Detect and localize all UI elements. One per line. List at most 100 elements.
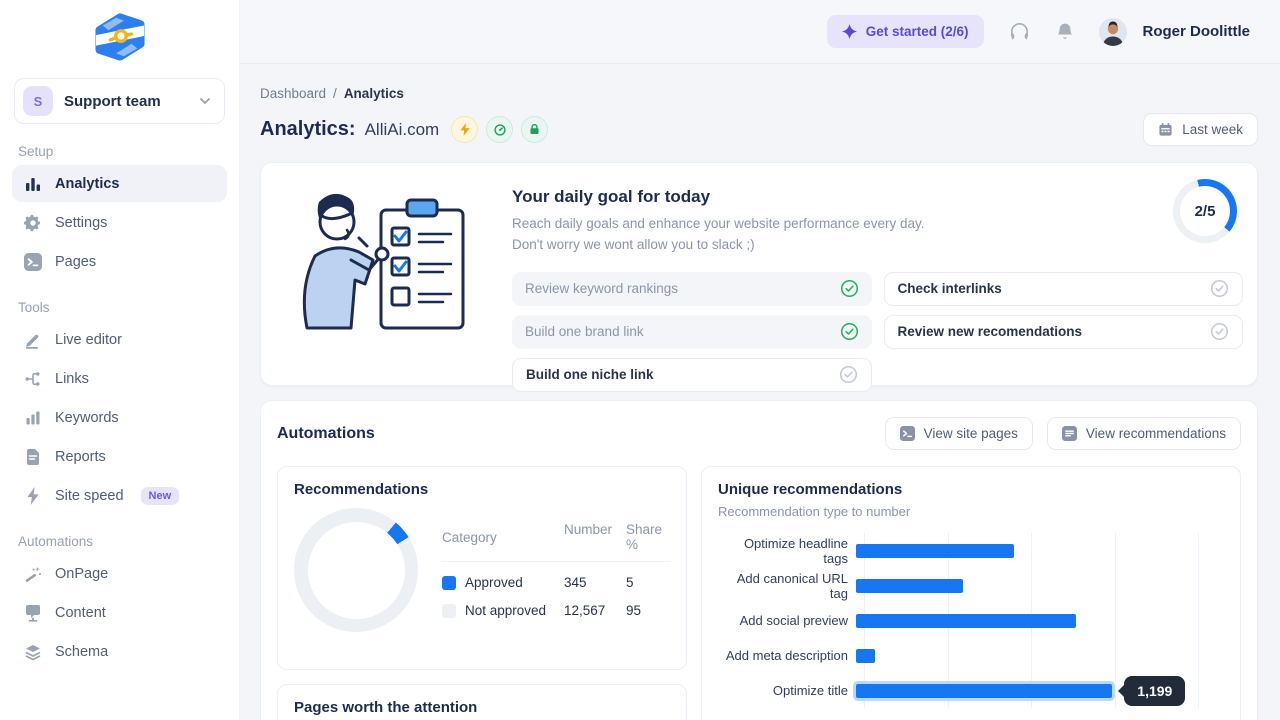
recommendations-title: Recommendations bbox=[294, 481, 670, 498]
period-label: Last week bbox=[1182, 122, 1243, 137]
table-row: Approved3455 bbox=[442, 562, 670, 590]
onpage-icon bbox=[24, 565, 42, 583]
table-header: Category bbox=[442, 522, 564, 552]
check-circle-icon bbox=[839, 365, 858, 384]
bar[interactable] bbox=[856, 649, 875, 663]
keywords-icon bbox=[24, 409, 42, 427]
bar-track bbox=[856, 649, 1198, 663]
logo-icon bbox=[91, 12, 149, 62]
pages-attention-title: Pages worth the attention bbox=[294, 699, 670, 716]
sidebar-item-analytics[interactable]: Analytics bbox=[12, 165, 227, 202]
check-circle-icon bbox=[1210, 322, 1229, 341]
sidebar-item-onpage[interactable]: OnPage bbox=[12, 555, 227, 592]
bar[interactable] bbox=[856, 614, 1076, 628]
automations-panel: Automations View site pages View recomme… bbox=[260, 400, 1258, 720]
task-label: Build one niche link bbox=[526, 367, 654, 382]
bar-category-label: Add meta description bbox=[718, 648, 856, 663]
task-label: Review new recomendations bbox=[898, 324, 1083, 339]
bar-category-label: Optimize headline tags bbox=[718, 536, 856, 566]
page-title: Analytics: bbox=[260, 118, 356, 141]
speed-bolt-badge-icon[interactable] bbox=[451, 116, 478, 143]
period-selector-button[interactable]: Last week bbox=[1143, 113, 1258, 146]
sidebar-item-links[interactable]: Links bbox=[12, 360, 227, 397]
breadcrumb-dashboard[interactable]: Dashboard bbox=[260, 86, 326, 101]
sidebar-section-label: Setup bbox=[18, 144, 221, 159]
analytics-icon bbox=[24, 175, 42, 193]
sidebar-section-label: Automations bbox=[18, 534, 221, 549]
table-header: Share % bbox=[626, 522, 670, 552]
bar-row: Add canonical URL tag bbox=[718, 568, 1224, 603]
unique-recommendations-title: Unique recommendations bbox=[718, 481, 1224, 498]
topbar: Get started (2/6) Roger Doolittle bbox=[240, 0, 1280, 64]
goal-title: Your daily goal for today bbox=[512, 187, 1243, 207]
user-avatar[interactable] bbox=[1099, 18, 1127, 46]
live-editor-icon bbox=[24, 331, 42, 349]
get-started-button[interactable]: Get started (2/6) bbox=[827, 15, 984, 48]
unique-recommendations-card: Unique recommendations Recommendation ty… bbox=[701, 466, 1241, 720]
bell-icon[interactable] bbox=[1055, 21, 1075, 43]
unique-recommendations-subtitle: Recommendation type to number bbox=[718, 504, 1224, 519]
task-label: Review keyword rankings bbox=[525, 281, 678, 296]
sidebar-item-live-editor[interactable]: Live editor bbox=[12, 321, 227, 358]
schema-icon bbox=[24, 643, 42, 661]
task-item[interactable]: Review keyword rankings bbox=[512, 272, 872, 306]
bar[interactable] bbox=[856, 684, 1112, 698]
legend-swatch bbox=[442, 576, 456, 590]
sidebar-item-keywords[interactable]: Keywords bbox=[12, 399, 227, 436]
bar[interactable] bbox=[856, 579, 963, 593]
get-started-label: Get started (2/6) bbox=[866, 24, 969, 39]
settings-icon bbox=[24, 214, 42, 232]
reports-icon bbox=[24, 448, 42, 466]
table-header: Number bbox=[564, 522, 626, 552]
task-item[interactable]: Build one niche link bbox=[512, 358, 872, 392]
automations-title: Automations bbox=[277, 425, 375, 443]
sidebar-item-reports[interactable]: Reports bbox=[12, 438, 227, 475]
sidebar-item-label: Keywords bbox=[55, 410, 119, 426]
task-item[interactable]: Build one brand link bbox=[512, 315, 872, 349]
category-label: Approved bbox=[465, 575, 523, 590]
sidebar-item-label: Settings bbox=[55, 215, 107, 231]
list-icon bbox=[1062, 426, 1077, 441]
sidebar-item-content[interactable]: Content bbox=[12, 594, 227, 631]
pages-attention-card: Pages worth the attention bbox=[277, 684, 687, 720]
goal-task-list: Review keyword rankings Build one brand l… bbox=[512, 272, 1243, 392]
workspace-selector[interactable]: S Support team bbox=[14, 78, 225, 124]
sidebar-item-label: Schema bbox=[55, 644, 108, 660]
sidebar-item-settings[interactable]: Settings bbox=[12, 204, 227, 241]
share-value: 95 bbox=[626, 603, 670, 618]
view-recommendations-label: View recommendations bbox=[1086, 426, 1226, 441]
sidebar-item-label: Content bbox=[55, 605, 106, 621]
sidebar-item-schema[interactable]: Schema bbox=[12, 633, 227, 670]
links-icon bbox=[24, 370, 42, 388]
bar-category-label: Add canonical URL tag bbox=[718, 571, 856, 601]
breadcrumb: Dashboard / Analytics bbox=[260, 86, 1258, 101]
sidebar-item-label: Reports bbox=[55, 449, 106, 465]
task-item[interactable]: Review new recomendations bbox=[884, 315, 1244, 349]
bar-category-label: Optimize title bbox=[718, 683, 856, 698]
goal-progress-ring: 2/5 bbox=[1173, 179, 1237, 243]
bar[interactable] bbox=[856, 544, 1014, 558]
terminal-icon bbox=[900, 426, 915, 441]
sidebar-item-pages[interactable]: Pages bbox=[12, 243, 227, 280]
bar-track bbox=[856, 579, 1198, 593]
task-item[interactable]: Check interlinks bbox=[884, 272, 1244, 306]
user-name[interactable]: Roger Doolittle bbox=[1143, 23, 1251, 40]
app-logo bbox=[0, 0, 239, 72]
gauge-badge-icon[interactable] bbox=[486, 116, 513, 143]
lock-badge-icon[interactable] bbox=[521, 116, 548, 143]
category-label: Not approved bbox=[465, 603, 546, 618]
view-site-pages-button[interactable]: View site pages bbox=[885, 417, 1033, 450]
bar-track: 1,199 bbox=[856, 684, 1198, 698]
bar-category-label: Add social preview bbox=[718, 613, 856, 628]
legend-swatch bbox=[442, 604, 456, 618]
breadcrumb-analytics: Analytics bbox=[344, 86, 404, 101]
view-recommendations-button[interactable]: View recommendations bbox=[1047, 417, 1241, 450]
sparkle-star-icon bbox=[842, 24, 857, 39]
task-label: Build one brand link bbox=[525, 324, 644, 339]
calendar-icon bbox=[1158, 122, 1173, 137]
recommendations-card: Recommendations CategoryNumberShare % Ap… bbox=[277, 466, 687, 670]
headphones-icon[interactable] bbox=[1008, 20, 1031, 43]
new-badge: New bbox=[141, 487, 180, 505]
sidebar-item-site-speed[interactable]: Site speedNew bbox=[12, 477, 227, 514]
goal-progress-label: 2/5 bbox=[1195, 203, 1216, 220]
